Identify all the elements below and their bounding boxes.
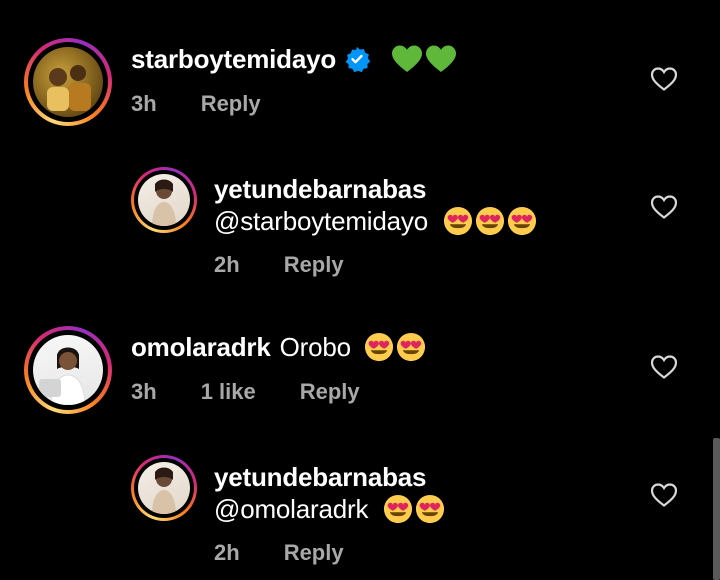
- avatar[interactable]: [24, 326, 112, 414]
- likes-count[interactable]: 1 like: [201, 379, 256, 404]
- verified-badge-icon: [345, 47, 371, 72]
- avatar[interactable]: [131, 167, 197, 233]
- avatar-photo: [138, 462, 190, 514]
- comment-time: 2h: [214, 252, 240, 277]
- avatar-photo: [138, 174, 190, 226]
- like-heart-icon[interactable]: [650, 194, 678, 220]
- comment-username-line: omolaradrk Orobo: [131, 332, 426, 363]
- reply-button[interactable]: Reply: [284, 252, 344, 277]
- avatar-photo: [33, 335, 103, 405]
- like-heart-icon[interactable]: [650, 66, 678, 92]
- green-heart-icon: [425, 44, 457, 74]
- comment-username[interactable]: yetundebarnabas: [214, 174, 426, 205]
- comment-text: [389, 44, 457, 74]
- comment-time: 3h: [131, 379, 157, 404]
- like-heart-icon[interactable]: [650, 482, 678, 508]
- mention-link[interactable]: @starboytemidayo: [214, 206, 428, 236]
- reply-button[interactable]: Reply: [201, 91, 261, 116]
- comment-time: 2h: [214, 540, 240, 565]
- comment-username[interactable]: starboytemidayo: [131, 44, 457, 75]
- comment-item: starboytemidayo 3h Reply: [0, 0, 720, 150]
- mention-link[interactable]: @omolaradrk: [214, 494, 368, 524]
- comment-meta: 3h Reply: [131, 91, 305, 117]
- avatar[interactable]: [131, 455, 197, 521]
- comment-username[interactable]: yetundebarnabas: [214, 462, 426, 493]
- comment-meta: 2h Reply: [214, 252, 388, 278]
- comment-text: @starboytemidayo: [214, 206, 537, 237]
- reply-item: yetundebarnabas @starboytemidayo 2h Reply: [0, 150, 720, 290]
- heart-eyes-emoji-icon: [383, 494, 413, 524]
- avatar-photo: [33, 47, 103, 117]
- comment-item: omolaradrk Orobo 3h 1 like Reply: [0, 290, 720, 430]
- reply-item: yetundebarnabas @omolaradrk 2h Reply: [0, 438, 720, 580]
- comment-meta: 2h Reply: [214, 540, 388, 566]
- heart-eyes-emoji-icon: [415, 494, 445, 524]
- heart-eyes-emoji-icon: [364, 332, 394, 362]
- reply-button[interactable]: Reply: [300, 379, 360, 404]
- heart-eyes-emoji-icon: [396, 332, 426, 362]
- like-heart-icon[interactable]: [650, 354, 678, 380]
- heart-eyes-emoji-icon: [443, 206, 473, 236]
- heart-eyes-emoji-icon: [507, 206, 537, 236]
- heart-eyes-emoji-icon: [475, 206, 505, 236]
- scrollbar[interactable]: [713, 438, 720, 580]
- avatar[interactable]: [24, 38, 112, 126]
- comment-username[interactable]: omolaradrk: [131, 332, 271, 362]
- comment-time: 3h: [131, 91, 157, 116]
- comment-text: @omolaradrk: [214, 494, 445, 525]
- reply-button[interactable]: Reply: [284, 540, 344, 565]
- comment-text: Orobo: [279, 332, 351, 362]
- comment-meta: 3h 1 like Reply: [131, 379, 404, 405]
- green-heart-icon: [391, 44, 423, 74]
